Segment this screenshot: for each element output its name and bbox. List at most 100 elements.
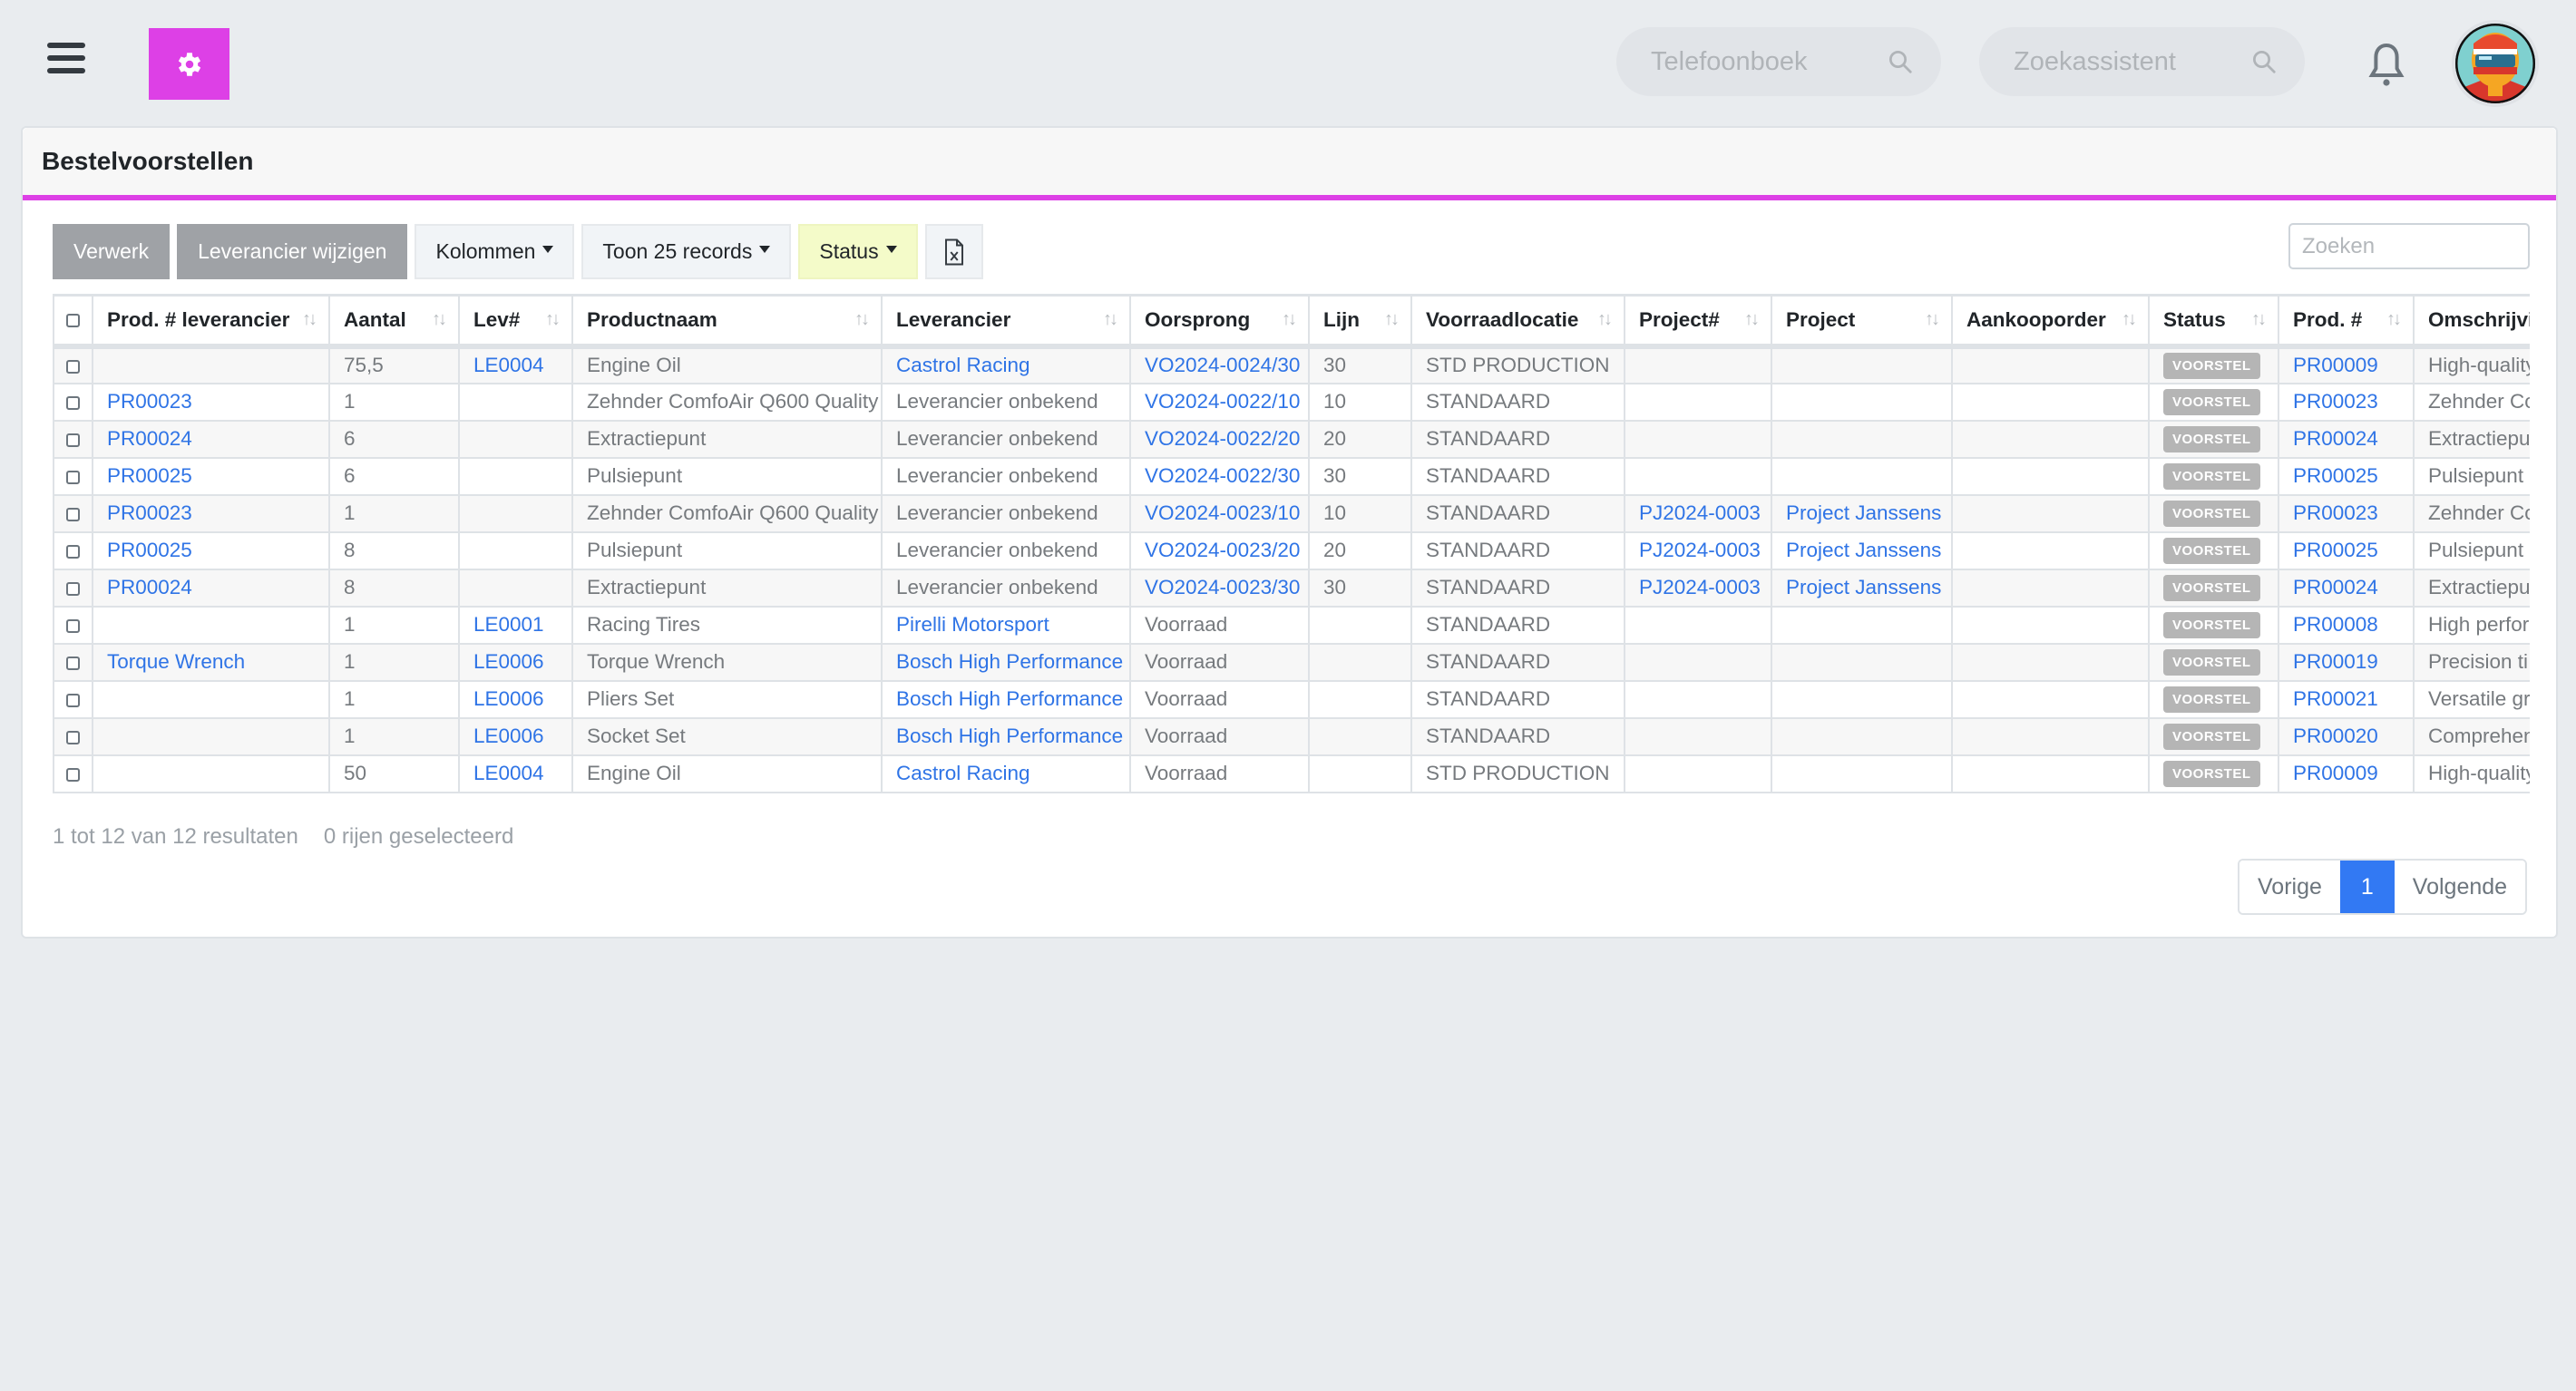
prod-lev-link[interactable]: PR00023 xyxy=(107,501,192,524)
prod-link[interactable]: PR00025 xyxy=(2293,464,2378,487)
sort-icon[interactable]: ↑↓ xyxy=(1597,309,1613,330)
row-checkbox[interactable] xyxy=(66,433,80,447)
oorsprong-link[interactable]: VO2024-0022/10 xyxy=(1145,390,1300,413)
phonebook-search[interactable]: Telefoonboek xyxy=(1616,27,1941,96)
prod-lev-link[interactable]: PR00023 xyxy=(107,390,192,413)
col-header-status[interactable]: Status ↑↓ xyxy=(2148,294,2279,349)
table-row[interactable]: 50 LE0004 Engine Oil Castrol Racing Voorraad… xyxy=(53,754,2530,793)
col-header-aankooporder[interactable]: Aankooporder ↑↓ xyxy=(1951,294,2150,349)
page-1-button[interactable]: 1 xyxy=(2339,861,2395,913)
sort-icon[interactable]: ↑↓ xyxy=(432,309,447,330)
next-page-button[interactable]: Volgende xyxy=(2394,861,2526,913)
prod-link[interactable]: PR00023 xyxy=(2293,501,2378,524)
status-filter-dropdown[interactable]: Status xyxy=(798,224,918,279)
table-row[interactable]: Torque Wrench 1 LE0006 Torque Wrench Bosch H… xyxy=(53,642,2530,682)
row-checkbox[interactable] xyxy=(66,656,80,670)
prod-link[interactable]: PR00020 xyxy=(2293,725,2378,747)
sort-icon[interactable]: ↑↓ xyxy=(2251,309,2267,330)
table-row[interactable]: PR00023 1 Zehnder ComfoAir Q600 Quality Lev… xyxy=(53,382,2530,422)
row-checkbox[interactable] xyxy=(66,395,80,410)
sort-icon[interactable]: ↑↓ xyxy=(1282,309,1297,330)
lev-link[interactable]: LE0004 xyxy=(473,762,544,784)
prod-link[interactable]: PR00019 xyxy=(2293,650,2378,673)
phonebook-search-input[interactable]: Telefoonboek xyxy=(1651,47,1887,77)
oorsprong-link[interactable]: VO2024-0022/20 xyxy=(1145,427,1300,450)
table-row[interactable]: PR00024 8 Extractiepunt Leverancier onbeken… xyxy=(53,568,2530,608)
leverancier-link[interactable]: Bosch High Performance xyxy=(896,687,1123,710)
table-row[interactable]: 1 LE0006 Pliers Set Bosch High Performance V… xyxy=(53,679,2530,719)
row-checkbox[interactable] xyxy=(66,544,80,559)
prod-lev-link[interactable]: PR00025 xyxy=(107,539,192,561)
row-checkbox[interactable] xyxy=(66,618,80,633)
sort-icon[interactable]: ↑↓ xyxy=(302,309,317,330)
page-size-dropdown[interactable]: Toon 25 records xyxy=(581,224,792,279)
prod-link[interactable]: PR00009 xyxy=(2293,354,2378,376)
sort-icon[interactable]: ↑↓ xyxy=(1103,309,1118,330)
leverancier-link[interactable]: Castrol Racing xyxy=(896,762,1030,784)
table-row[interactable]: PR00024 6 Extractiepunt Leverancier onbeken… xyxy=(53,419,2530,459)
oorsprong-link[interactable]: VO2024-0024/30 xyxy=(1145,354,1300,376)
leverancier-link[interactable]: Bosch High Performance xyxy=(896,725,1123,747)
sort-icon[interactable]: ↑↓ xyxy=(2122,309,2137,330)
project-nr-link[interactable]: PJ2024-0003 xyxy=(1639,576,1761,598)
col-header-leverancier[interactable]: Leverancier ↑↓ xyxy=(881,294,1131,349)
col-header-prod-lev[interactable]: Prod. # leverancier ↑↓ xyxy=(92,294,330,349)
row-checkbox[interactable] xyxy=(66,767,80,782)
sort-icon[interactable]: ↑↓ xyxy=(1744,309,1760,330)
sort-icon[interactable]: ↑↓ xyxy=(545,309,561,330)
project-nr-link[interactable]: PJ2024-0003 xyxy=(1639,539,1761,561)
table-row[interactable]: PR00023 1 Zehnder ComfoAir Q600 Quality Lev… xyxy=(53,493,2530,533)
prod-link[interactable]: PR00023 xyxy=(2293,390,2378,413)
row-checkbox[interactable] xyxy=(66,470,80,484)
table-row[interactable]: 75,5 LE0004 Engine Oil Castrol Racing VO2024… xyxy=(53,345,2530,384)
prod-link[interactable]: PR00024 xyxy=(2293,576,2378,598)
project-link[interactable]: Project Janssens xyxy=(1786,576,1941,598)
settings-button[interactable] xyxy=(149,28,229,100)
leverancier-link[interactable]: Castrol Racing xyxy=(896,354,1030,376)
table-search-input[interactable]: Zoeken xyxy=(2288,223,2530,269)
lev-link[interactable]: LE0006 xyxy=(473,725,544,747)
prod-link[interactable]: PR00009 xyxy=(2293,762,2378,784)
oorsprong-link[interactable]: VO2024-0023/10 xyxy=(1145,501,1300,524)
search-icon[interactable] xyxy=(2250,48,2278,75)
lev-link[interactable]: LE0004 xyxy=(473,354,544,376)
col-header-aantal[interactable]: Aantal ↑↓ xyxy=(328,294,460,349)
leverancier-link[interactable]: Pirelli Motorsport xyxy=(896,613,1049,636)
lev-link[interactable]: LE0006 xyxy=(473,650,544,673)
row-checkbox[interactable] xyxy=(66,359,80,374)
prod-lev-link[interactable]: Torque Wrench xyxy=(107,650,245,673)
sort-icon[interactable]: ↑↓ xyxy=(1925,309,1940,330)
row-checkbox[interactable] xyxy=(66,581,80,596)
table-row[interactable]: 1 LE0001 Racing Tires Pirelli Motorsport Voo… xyxy=(53,605,2530,645)
search-icon[interactable] xyxy=(1887,48,1914,75)
col-header-prod[interactable]: Prod. # ↑↓ xyxy=(2278,294,2415,349)
oorsprong-link[interactable]: VO2024-0023/30 xyxy=(1145,576,1300,598)
prod-lev-link[interactable]: PR00024 xyxy=(107,576,192,598)
col-header-oorsprong[interactable]: Oorsprong ↑↓ xyxy=(1129,294,1310,349)
col-header-productnaam[interactable]: Productnaam ↑↓ xyxy=(571,294,883,349)
prod-link[interactable]: PR00025 xyxy=(2293,539,2378,561)
export-excel-button[interactable] xyxy=(924,224,983,279)
row-checkbox[interactable] xyxy=(66,693,80,707)
search-assistant[interactable]: Zoekassistent xyxy=(1979,27,2305,96)
process-button[interactable]: Verwerk xyxy=(53,224,171,279)
lev-link[interactable]: LE0006 xyxy=(473,687,544,710)
project-nr-link[interactable]: PJ2024-0003 xyxy=(1639,501,1761,524)
prod-link[interactable]: PR00021 xyxy=(2293,687,2378,710)
previous-page-button[interactable]: Vorige xyxy=(2239,861,2340,913)
prod-lev-link[interactable]: PR00025 xyxy=(107,464,192,487)
change-supplier-button[interactable]: Leverancier wijzigen xyxy=(177,224,408,279)
leverancier-link[interactable]: Bosch High Performance xyxy=(896,650,1123,673)
sort-icon[interactable]: ↑↓ xyxy=(854,309,870,330)
search-assistant-input[interactable]: Zoekassistent xyxy=(2014,47,2250,77)
select-all-checkbox[interactable] xyxy=(66,314,80,328)
lev-link[interactable]: LE0001 xyxy=(473,613,544,636)
col-header-voorraadlocatie[interactable]: Voorraadlocatie ↑↓ xyxy=(1410,294,1625,349)
col-header-lijn[interactable]: Lijn ↑↓ xyxy=(1308,294,1412,349)
table-row[interactable]: PR00025 8 Pulsiepunt Leverancier onbekend VO… xyxy=(53,530,2530,570)
row-checkbox[interactable] xyxy=(66,507,80,521)
sort-icon[interactable]: ↑↓ xyxy=(1384,309,1400,330)
col-header-project[interactable]: Project ↑↓ xyxy=(1771,294,1953,349)
columns-dropdown[interactable]: Kolommen xyxy=(415,224,575,279)
user-avatar[interactable] xyxy=(2452,20,2539,107)
